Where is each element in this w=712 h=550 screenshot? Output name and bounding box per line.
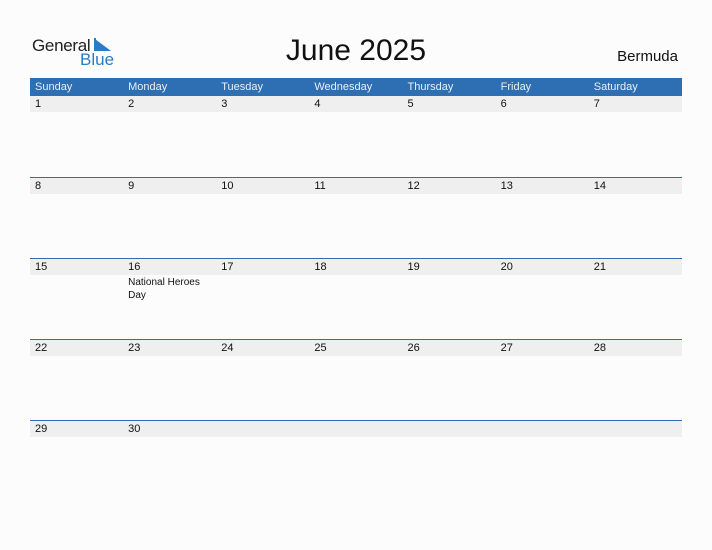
holiday-label: [30, 437, 123, 438]
day-number: 10: [221, 180, 234, 192]
day-number: 22: [35, 342, 48, 354]
day-number: [309, 421, 402, 437]
holiday-label: [496, 356, 589, 357]
day-number-band: 22 23 24 25 26 27 28: [30, 340, 682, 356]
weekday-saturday: Saturday: [593, 81, 638, 93]
day-number: 8: [35, 180, 42, 192]
day-number: [216, 421, 309, 437]
holiday-label: [403, 356, 496, 357]
day-number: 20: [500, 261, 513, 273]
holiday-label: [403, 112, 496, 113]
day-number: 14: [593, 180, 606, 192]
day-number: 9: [128, 180, 135, 192]
day-number: 2: [128, 98, 135, 110]
holiday-label: [589, 356, 682, 357]
day-number: 30: [128, 423, 141, 435]
day-number: 11: [314, 180, 326, 192]
events-band: National Heroes Day: [30, 275, 682, 302]
holiday-label: [216, 437, 309, 438]
events-band: [30, 437, 682, 438]
holiday-label: [403, 194, 496, 195]
day-number-band: 8 9 10 11 12 13 14: [30, 178, 682, 194]
holiday-label: [309, 437, 402, 438]
weekday-tuesday: Tuesday: [221, 81, 264, 93]
day-number: 3: [221, 98, 228, 110]
holiday-label: [589, 194, 682, 195]
weeks-container: 1 2 3 4 5 6 7 8 9 10 11 12 13 14 15 16 17 18 19 20 21 Nationa…: [30, 96, 682, 501]
day-number: 1: [35, 98, 42, 110]
day-number: [589, 421, 682, 437]
weekday-thursday: Thursday: [407, 81, 454, 93]
weekday-wednesday: Wednesday: [314, 81, 373, 93]
day-number: 23: [128, 342, 141, 354]
events-band: [30, 356, 682, 357]
holiday-label: [496, 437, 589, 438]
holiday-label: [216, 194, 309, 195]
day-number: 18: [314, 261, 327, 273]
week-row: 22 23 24 25 26 27 28: [30, 339, 682, 420]
day-number: 29: [35, 423, 48, 435]
holiday-label: [496, 275, 589, 302]
day-number: 25: [314, 342, 327, 354]
holiday-label: [589, 112, 682, 113]
day-number: [403, 421, 496, 437]
holiday-label: [309, 194, 402, 195]
day-number: 5: [407, 98, 414, 110]
events-band: [30, 194, 682, 195]
holiday-label: [216, 356, 309, 357]
holiday-label: [589, 275, 682, 302]
calendar-grid: Sunday Monday Tuesday Wednesday Thursday…: [30, 78, 682, 501]
holiday-label: [309, 112, 402, 113]
day-number: 28: [593, 342, 606, 354]
weekday-friday: Friday: [500, 81, 532, 93]
weekday-header: Sunday Monday Tuesday Wednesday Thursday…: [30, 78, 682, 96]
holiday-label: [30, 356, 123, 357]
week-row: 29 30: [30, 420, 682, 501]
day-number-band: 15 16 17 18 19 20 21: [30, 259, 682, 275]
day-number: 16: [128, 261, 141, 273]
day-number-band: 1 2 3 4 5 6 7: [30, 96, 682, 112]
day-number: 7: [593, 98, 600, 110]
day-number: 17: [221, 261, 234, 273]
day-number: 12: [407, 180, 420, 192]
weekday-sunday: Sunday: [35, 81, 73, 93]
holiday-label: [496, 112, 589, 113]
week-row: 1 2 3 4 5 6 7: [30, 96, 682, 177]
week-row: 15 16 17 18 19 20 21 National Heroes Day: [30, 258, 682, 339]
holiday-label: [30, 275, 123, 302]
holiday-label: [123, 194, 216, 195]
day-number: [496, 421, 589, 437]
holiday-label: [30, 194, 123, 195]
day-number: 27: [500, 342, 513, 354]
day-number: 6: [500, 98, 507, 110]
week-row: 8 9 10 11 12 13 14: [30, 177, 682, 258]
day-number: 4: [314, 98, 321, 110]
events-band: [30, 112, 682, 113]
day-number: 26: [407, 342, 420, 354]
day-number-band: 29 30: [30, 421, 682, 437]
day-number: 21: [593, 261, 606, 273]
holiday-label: [309, 275, 402, 302]
day-number: 15: [35, 261, 48, 273]
country-label: Bermuda: [617, 48, 678, 65]
day-number: 13: [500, 180, 513, 192]
day-number: 19: [407, 261, 420, 273]
holiday-label: [216, 275, 309, 302]
holiday-label: [589, 437, 682, 438]
holiday-label: National Heroes Day: [128, 277, 200, 301]
holiday-label: [403, 437, 496, 438]
holiday-label: [123, 356, 216, 357]
holiday-label: [123, 437, 216, 438]
holiday-label: [309, 356, 402, 357]
holiday-label: [403, 275, 496, 302]
page-title: June 2025: [285, 34, 427, 67]
holiday-label: [123, 112, 216, 113]
holiday-label: [496, 194, 589, 195]
holiday-label: [216, 112, 309, 113]
day-number: 24: [221, 342, 234, 354]
holiday-label: [30, 112, 123, 113]
weekday-monday: Monday: [128, 81, 168, 93]
